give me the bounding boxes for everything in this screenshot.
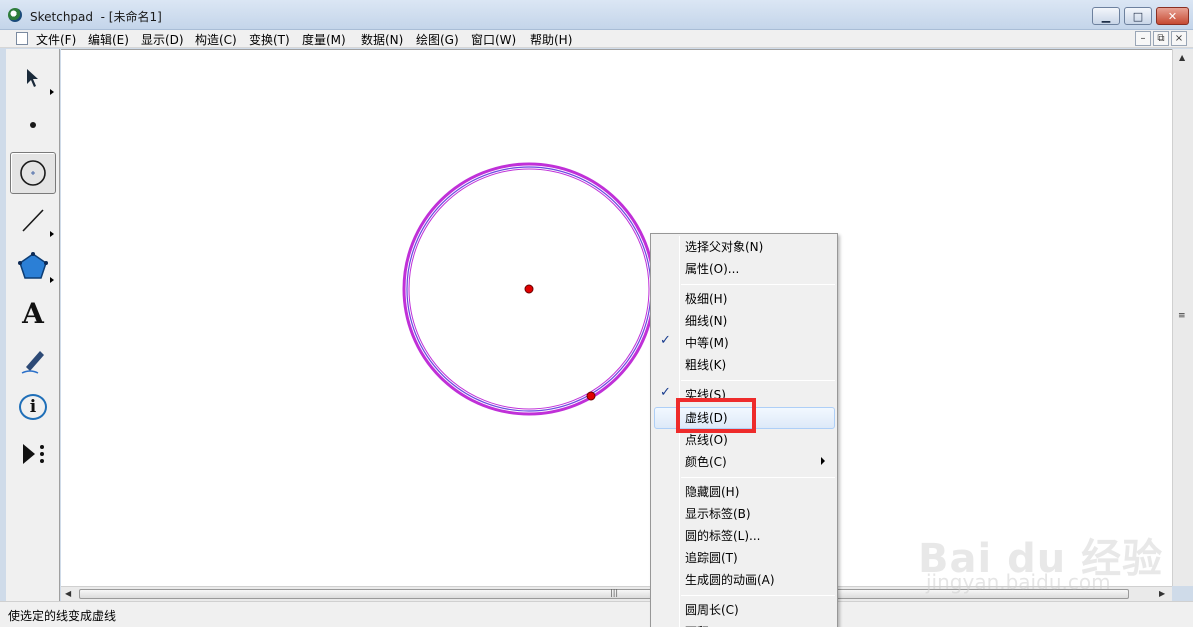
point-tool[interactable] xyxy=(10,104,56,146)
check-icon: ✓ xyxy=(660,333,671,348)
doc-minimize-button[interactable]: – xyxy=(1135,31,1151,46)
document-icon[interactable] xyxy=(16,32,28,45)
menu-graph[interactable]: 绘图(G) xyxy=(416,31,459,48)
doc-close-button[interactable]: × xyxy=(1171,31,1187,46)
point-tool-icon xyxy=(30,122,36,128)
menu-separator xyxy=(681,380,835,381)
menu-separator xyxy=(681,284,835,285)
menu-help[interactable]: 帮助(H) xyxy=(530,31,572,48)
menu-measure[interactable]: 度量(M) xyxy=(302,31,346,48)
minimize-icon: ▁ xyxy=(1101,9,1111,23)
menu-item-animate-circle[interactable]: 生成圆的动画(A) xyxy=(685,570,775,590)
status-bar: 使选定的线变成虚线 xyxy=(0,601,1193,627)
menu-file[interactable]: 文件(F) xyxy=(36,31,76,48)
menu-item-thin[interactable]: 细线(N) xyxy=(685,311,727,331)
straightedge-tool-icon xyxy=(22,209,44,232)
menu-display[interactable]: 显示(D) xyxy=(141,31,184,48)
menu-item-circumference[interactable]: 圆周长(C) xyxy=(685,600,739,620)
close-icon: ✕ xyxy=(1167,9,1178,23)
maximize-button[interactable]: □ xyxy=(1124,7,1152,25)
center-point[interactable] xyxy=(524,284,534,294)
selection-arrow-icon xyxy=(27,69,38,87)
information-tool-icon: i xyxy=(19,394,47,420)
scroll-up-icon[interactable]: ▲ xyxy=(1179,53,1185,62)
polygon-tool[interactable] xyxy=(10,245,56,287)
close-button[interactable]: ✕ xyxy=(1156,7,1189,25)
hscroll-grip-icon: ||| xyxy=(610,588,619,597)
scroll-left-icon[interactable]: ◀ xyxy=(65,589,71,598)
title-bar: Sketchpad - [未命名1] ▁ □ ✕ xyxy=(0,0,1193,30)
marker-tool-icon xyxy=(21,351,44,374)
menu-item-circle-label[interactable]: 圆的标签(L)... xyxy=(685,526,761,546)
compass-tool[interactable] xyxy=(10,152,56,194)
menu-item-medium[interactable]: 中等(M) xyxy=(685,333,729,353)
menu-window[interactable]: 窗口(W) xyxy=(471,31,516,48)
menu-bar: 文件(F) 编辑(E) 显示(D) 构造(C) 变换(T) 度量(M) 数据(N… xyxy=(0,30,1193,48)
menu-construct[interactable]: 构造(C) xyxy=(195,31,237,48)
selection-arrow-tool[interactable] xyxy=(10,57,56,99)
minimize-button[interactable]: ▁ xyxy=(1092,7,1120,25)
doc-restore-button[interactable]: ⧉ xyxy=(1153,31,1169,46)
menu-item-area[interactable]: 面积 xyxy=(685,622,709,627)
custom-tool-icon xyxy=(23,444,44,464)
menu-edit[interactable]: 编辑(E) xyxy=(88,31,129,48)
polygon-tool-icon xyxy=(18,252,48,279)
menu-item-dotted[interactable]: 点线(O) xyxy=(685,430,728,450)
menu-item-thick[interactable]: 粗线(K) xyxy=(685,355,726,375)
sketchpad-app-icon xyxy=(8,8,22,22)
menu-item-color[interactable]: 颜色(C) xyxy=(685,452,727,472)
menu-item-hide-circle[interactable]: 隐藏圆(H) xyxy=(685,482,739,502)
menu-transform[interactable]: 变换(T) xyxy=(249,31,290,48)
text-tool-icon: A xyxy=(22,296,44,330)
menu-item-select-parent[interactable]: 选择父对象(N) xyxy=(685,237,763,257)
scroll-right-icon[interactable]: ▶ xyxy=(1159,589,1165,598)
watermark-url: jingyan.baidu.com xyxy=(926,570,1111,594)
annotation-highlight-box xyxy=(676,398,756,433)
straightedge-tool[interactable] xyxy=(10,199,56,241)
window-title: Sketchpad - [未命名1] xyxy=(30,10,162,24)
vscroll-grip-icon: ≡ xyxy=(1178,311,1186,321)
menu-separator xyxy=(681,477,835,478)
menu-data[interactable]: 数据(N) xyxy=(361,31,403,48)
toolbox: A i xyxy=(6,49,60,601)
compass-tool-icon xyxy=(20,160,46,186)
radius-point[interactable] xyxy=(586,391,596,401)
information-tool[interactable]: i xyxy=(10,386,56,428)
custom-tool[interactable] xyxy=(10,433,56,475)
menu-separator xyxy=(681,595,835,596)
status-text: 使选定的线变成虚线 xyxy=(8,609,117,623)
text-tool[interactable]: A xyxy=(10,292,56,334)
submenu-arrow-icon xyxy=(821,457,825,465)
menu-item-show-label[interactable]: 显示标签(B) xyxy=(685,504,751,524)
vertical-scrollbar[interactable]: ▲ ≡ xyxy=(1172,49,1193,586)
menu-item-extra-thin[interactable]: 极细(H) xyxy=(685,289,727,309)
baidu-jingyan-watermark: Bai du 经验 jingyan.baidu.com xyxy=(914,500,1162,600)
check-icon: ✓ xyxy=(660,385,671,400)
info-glyph: i xyxy=(29,397,37,417)
menu-item-properties[interactable]: 属性(O)... xyxy=(685,259,739,279)
maximize-icon: □ xyxy=(1132,9,1144,23)
marker-tool[interactable] xyxy=(10,339,56,381)
menu-item-trace-circle[interactable]: 追踪圆(T) xyxy=(685,548,738,568)
